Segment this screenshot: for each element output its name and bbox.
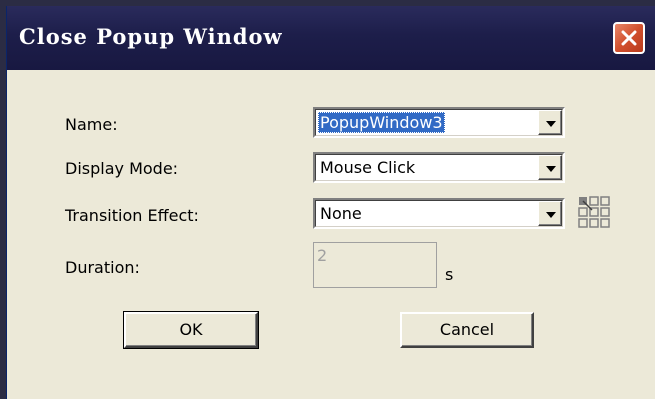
close-button[interactable]: [613, 22, 645, 54]
display-mode-value: Mouse Click: [320, 158, 416, 177]
transition-preview-icon[interactable]: [578, 196, 618, 232]
transition-effect-dropdown-button[interactable]: [538, 201, 562, 226]
duration-unit: s: [445, 265, 454, 284]
ok-button[interactable]: OK: [123, 311, 259, 349]
display-mode-dropdown[interactable]: Mouse Click: [313, 152, 565, 183]
close-popup-window-dialog: Close Popup Window Name: PopupWindow3 Di…: [6, 6, 655, 399]
window-title: Close Popup Window: [19, 24, 283, 49]
chevron-down-icon: [546, 212, 556, 218]
title-bar[interactable]: Close Popup Window: [7, 6, 655, 70]
duration-input[interactable]: 2: [313, 242, 437, 288]
transition-effect-value: None: [320, 204, 362, 223]
chevron-down-icon: [546, 121, 556, 127]
name-dropdown-button[interactable]: [538, 110, 562, 135]
transition-effect-label: Transition Effect:: [65, 206, 199, 225]
display-mode-dropdown-button[interactable]: [538, 155, 562, 180]
transition-effect-dropdown[interactable]: None: [313, 198, 565, 229]
name-dropdown[interactable]: PopupWindow3: [313, 107, 565, 138]
display-mode-label: Display Mode:: [65, 159, 179, 178]
close-icon: [621, 30, 637, 46]
cancel-button[interactable]: Cancel: [400, 312, 534, 348]
duration-label: Duration:: [65, 258, 140, 277]
duration-value: 2: [317, 246, 328, 265]
chevron-down-icon: [546, 166, 556, 172]
name-label: Name:: [65, 115, 118, 134]
name-value: PopupWindow3: [318, 112, 445, 133]
